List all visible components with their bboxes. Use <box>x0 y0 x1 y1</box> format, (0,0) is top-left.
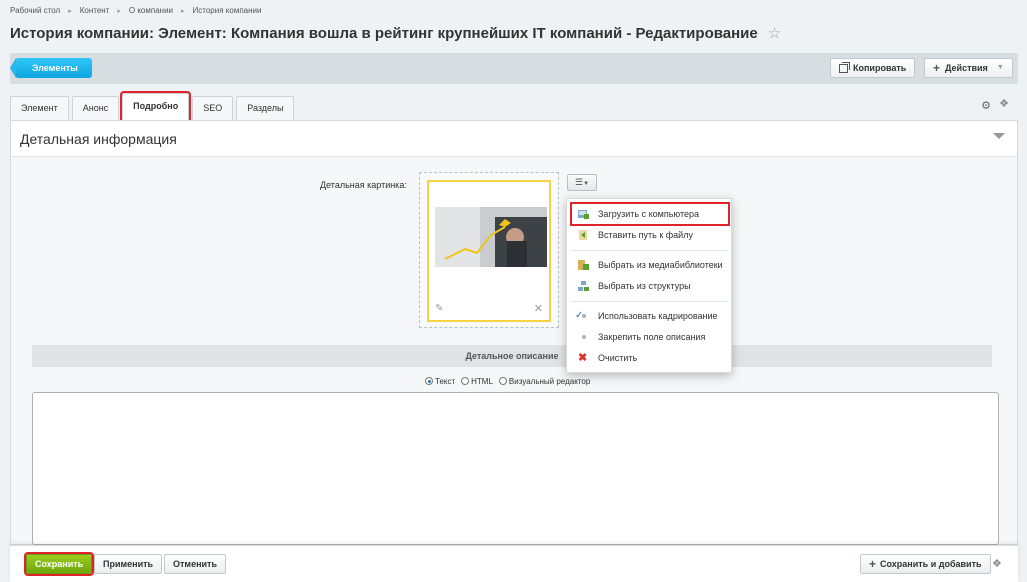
chevron-down-icon[interactable] <box>993 133 1005 139</box>
menu-item-pin-description[interactable]: Закрепить поле описания <box>572 327 728 347</box>
radio-icon <box>461 377 470 385</box>
radio-html[interactable]: HTML <box>461 377 493 386</box>
chevron-right-icon: ▸ <box>181 7 185 15</box>
radio-text-label: Текст <box>435 377 456 386</box>
editor-mode-radios: Текст HTML Визуальный редактор <box>425 377 590 386</box>
detail-text-editor[interactable] <box>32 392 999 545</box>
gear-icon[interactable]: ⚙ <box>981 99 991 112</box>
breadcrumb: Рабочий стол ▸ Контент ▸ О компании ▸ Ис… <box>10 6 261 15</box>
menu-item-insert-path-label: Вставить путь к файлу <box>598 230 693 240</box>
copy-button[interactable]: Копировать <box>830 58 916 78</box>
tab-bar: Элемент Анонс Подробно SEO Разделы <box>10 93 295 120</box>
menu-item-structure[interactable]: Выбрать из структуры <box>572 276 728 296</box>
structure-icon <box>578 281 589 291</box>
pin-icon[interactable]: ❖ <box>992 557 1002 570</box>
menu-item-upload-label: Загрузить с компьютера <box>598 209 699 219</box>
close-icon[interactable]: ✕ <box>534 302 543 315</box>
breadcrumb-item-history[interactable]: История компании <box>193 6 262 15</box>
actions-button-label: Действия <box>945 63 988 73</box>
image-preview-frame: ✎ ✕ <box>427 180 551 322</box>
radio-icon <box>498 377 507 385</box>
radio-visual-label: Визуальный редактор <box>508 377 591 386</box>
file-path-icon <box>579 230 587 240</box>
close-icon: ✖ <box>578 352 588 364</box>
menu-item-clear[interactable]: ✖ Очистить <box>572 348 728 368</box>
image-source-menu: Загрузить с компьютера Вставить путь к ф… <box>566 198 732 373</box>
breadcrumb-item-content[interactable]: Контент <box>80 6 110 15</box>
star-icon[interactable]: ☆ <box>768 24 781 42</box>
radio-html-label: HTML <box>471 377 493 386</box>
bullet-icon <box>582 314 586 318</box>
toolbar: Элементы Копировать + Действия ▼ <box>10 53 1018 84</box>
image-preview[interactable] <box>435 207 547 267</box>
chevron-right-icon: ▸ <box>117 7 121 15</box>
tab-announce[interactable]: Анонс <box>71 96 120 120</box>
chevron-right-icon: ▸ <box>68 7 72 15</box>
tab-seo[interactable]: SEO <box>192 96 234 120</box>
copy-button-label: Копировать <box>853 63 907 73</box>
menu-item-upload[interactable]: Загрузить с компьютера <box>572 204 728 224</box>
breadcrumb-item-about[interactable]: О компании <box>129 6 173 15</box>
medialib-icon <box>578 260 589 270</box>
panel-header[interactable]: Детальная информация <box>11 121 1017 157</box>
radio-visual[interactable]: Визуальный редактор <box>498 377 591 386</box>
menu-item-pin-description-label: Закрепить поле описания <box>598 332 706 342</box>
tab-element[interactable]: Элемент <box>10 96 69 120</box>
actions-button[interactable]: + Действия ▼ <box>924 58 1013 78</box>
menu-item-clear-label: Очистить <box>598 353 638 363</box>
elements-button[interactable]: Элементы <box>10 58 92 78</box>
plus-icon: + <box>933 61 941 75</box>
menu-item-medialib[interactable]: Выбрать из медиабиблиотеки <box>572 255 728 275</box>
menu-item-medialib-label: Выбрать из медиабиблиотеки <box>598 260 723 270</box>
pencil-icon[interactable]: ✎ <box>435 303 443 314</box>
description-section-header: Детальное описание <box>32 345 992 367</box>
radio-text[interactable]: Текст <box>425 377 455 386</box>
hamburger-icon: ☰ <box>574 177 584 187</box>
menu-item-structure-label: Выбрать из структуры <box>598 281 691 291</box>
footer-bar: Сохранить Применить Отменить + Сохранить… <box>10 545 1018 582</box>
image-menu-button[interactable]: ☰▼ <box>567 174 597 191</box>
menu-item-crop[interactable]: ✓ Использовать кадрирование <box>572 306 728 326</box>
copy-icon <box>839 61 850 73</box>
chevron-down-icon: ▼ <box>996 64 1004 71</box>
bullet-icon <box>582 335 586 339</box>
radio-checked-icon <box>425 377 433 385</box>
tab-detail[interactable]: Подробно <box>122 93 190 120</box>
upload-icon <box>578 210 589 219</box>
menu-item-crop-label: Использовать кадрирование <box>598 311 718 321</box>
growth-chart-photo-icon <box>435 207 547 267</box>
tab-sections[interactable]: Разделы <box>236 96 295 120</box>
page-title-text: История компании: Элемент: Компания вошл… <box>10 24 758 42</box>
menu-separator <box>572 301 728 302</box>
chevron-down-icon: ▼ <box>583 181 590 187</box>
menu-item-insert-path[interactable]: Вставить путь к файлу <box>572 225 728 245</box>
plus-icon: + <box>869 557 877 571</box>
image-dropzone[interactable]: ✎ ✕ <box>419 172 559 328</box>
save-and-add-label: Сохранить и добавить <box>880 559 982 569</box>
breadcrumb-item-desktop[interactable]: Рабочий стол <box>10 6 60 15</box>
pin-icon[interactable]: ❖ <box>999 97 1009 110</box>
save-and-add-button[interactable]: + Сохранить и добавить <box>860 554 991 574</box>
cancel-button[interactable]: Отменить <box>164 554 226 574</box>
apply-button[interactable]: Применить <box>94 554 163 574</box>
menu-separator <box>572 250 728 251</box>
save-button[interactable]: Сохранить <box>26 554 93 574</box>
detail-picture-label: Детальная картинка: <box>320 180 407 190</box>
page-title: История компании: Элемент: Компания вошл… <box>10 24 781 43</box>
panel-title: Детальная информация <box>20 131 177 147</box>
